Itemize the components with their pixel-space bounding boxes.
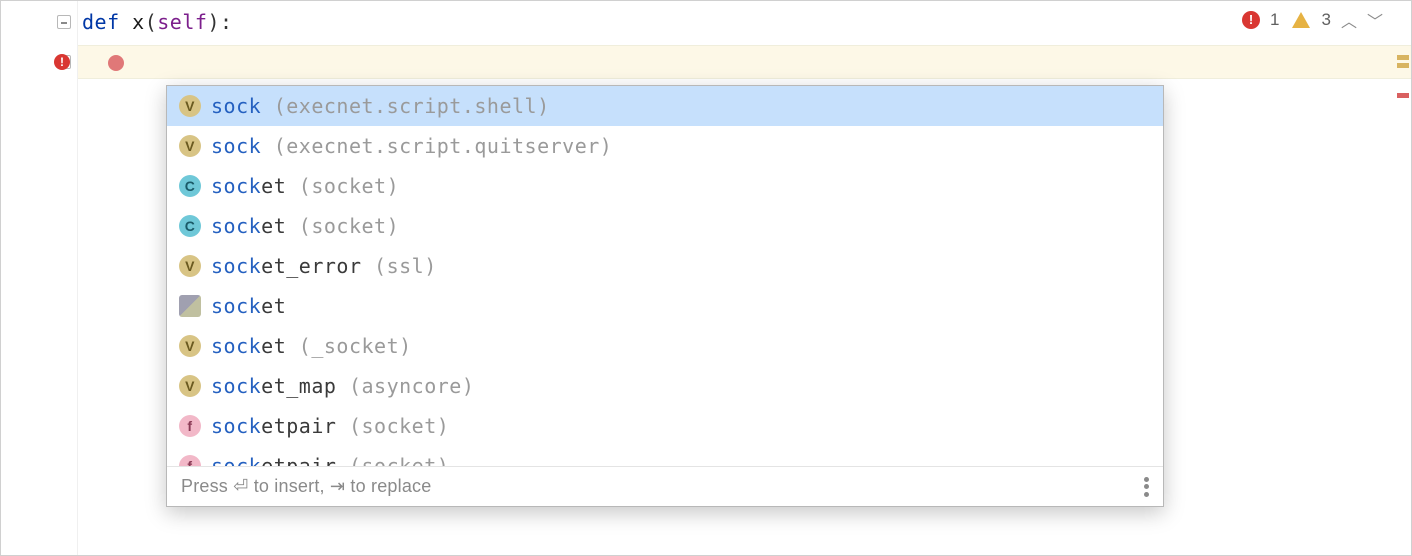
completion-item[interactable]: f socketpair (socket) bbox=[167, 406, 1163, 446]
completion-popup: Vsock (execnet.script.shell)Vsock (execn… bbox=[166, 85, 1164, 507]
completion-text: socketpair (socket) bbox=[211, 414, 449, 438]
gutter-error-icon[interactable] bbox=[54, 54, 76, 70]
completion-item[interactable]: Vsock (execnet.script.quitserver) bbox=[167, 126, 1163, 166]
kind-badge-icon: C bbox=[179, 215, 201, 237]
keyword-def: def bbox=[82, 10, 132, 34]
completion-footer: Press ⏎ to insert, ⇥ to replace bbox=[167, 466, 1163, 506]
kind-badge-icon: V bbox=[179, 375, 201, 397]
code-line-2-current[interactable]: s = sock bbox=[78, 45, 1411, 79]
error-icon[interactable] bbox=[1242, 11, 1260, 29]
completion-text: socket (socket) bbox=[211, 174, 399, 198]
warning-count: 3 bbox=[1322, 10, 1331, 30]
kind-badge-icon: f bbox=[179, 455, 201, 466]
completion-text: socket bbox=[211, 294, 286, 318]
completion-text: sock (execnet.script.quitserver) bbox=[211, 134, 612, 158]
kind-badge-icon: f bbox=[179, 415, 201, 437]
completion-item[interactable]: Vsocket_error (ssl) bbox=[167, 246, 1163, 286]
scrollbar-markers bbox=[1395, 1, 1409, 555]
completion-text: sock (execnet.script.shell) bbox=[211, 94, 550, 118]
chevron-up-icon[interactable]: ︿ bbox=[1341, 8, 1357, 32]
completion-item[interactable]: Csocket (socket) bbox=[167, 166, 1163, 206]
kind-badge-icon: V bbox=[179, 135, 201, 157]
marker-warning[interactable] bbox=[1397, 63, 1409, 68]
completion-item[interactable]: Vsock (execnet.script.shell) bbox=[167, 86, 1163, 126]
kind-badge-icon: C bbox=[179, 175, 201, 197]
completion-item[interactable]: f socketpair (socket) bbox=[167, 446, 1163, 466]
completion-item[interactable]: Vsocket_map (asyncore) bbox=[167, 366, 1163, 406]
inspection-widget[interactable]: 1 3 ︿ ﹀ bbox=[1242, 7, 1383, 33]
function-name: x bbox=[132, 10, 145, 34]
completion-item[interactable]: socket bbox=[167, 286, 1163, 326]
fold-handle-icon[interactable] bbox=[57, 15, 71, 29]
marker-error[interactable] bbox=[1397, 93, 1409, 98]
gutter-line-1 bbox=[1, 5, 77, 39]
completion-item[interactable]: Vsocket (_socket) bbox=[167, 326, 1163, 366]
completion-text: socket_error (ssl) bbox=[211, 254, 437, 278]
editor-frame: def x(self): s = sock 1 3 ︿ ﹀ Vsock (exe… bbox=[0, 0, 1412, 556]
warning-icon[interactable] bbox=[1292, 12, 1310, 28]
more-icon[interactable] bbox=[1144, 477, 1149, 497]
error-count: 1 bbox=[1270, 10, 1279, 30]
completion-text: socket_map (asyncore) bbox=[211, 374, 474, 398]
completion-text: socket (_socket) bbox=[211, 334, 412, 358]
kind-badge-icon: V bbox=[179, 95, 201, 117]
gutter bbox=[1, 1, 78, 555]
kind-badge-icon: V bbox=[179, 255, 201, 277]
completion-item[interactable]: Csocket (socket) bbox=[167, 206, 1163, 246]
kind-badge-icon: V bbox=[179, 335, 201, 357]
completion-text: socketpair (socket) bbox=[211, 454, 449, 466]
completion-text: socket (socket) bbox=[211, 214, 399, 238]
code-line-1[interactable]: def x(self): bbox=[78, 5, 1411, 39]
chevron-down-icon[interactable]: ﹀ bbox=[1367, 8, 1383, 32]
parameter: self bbox=[157, 10, 207, 34]
marker-warning[interactable] bbox=[1397, 55, 1409, 60]
completion-list[interactable]: Vsock (execnet.script.shell)Vsock (execn… bbox=[167, 86, 1163, 466]
python-file-icon bbox=[179, 295, 201, 317]
footer-hint: Press ⏎ to insert, ⇥ to replace bbox=[181, 476, 431, 497]
intention-bulb-icon[interactable] bbox=[108, 55, 124, 71]
